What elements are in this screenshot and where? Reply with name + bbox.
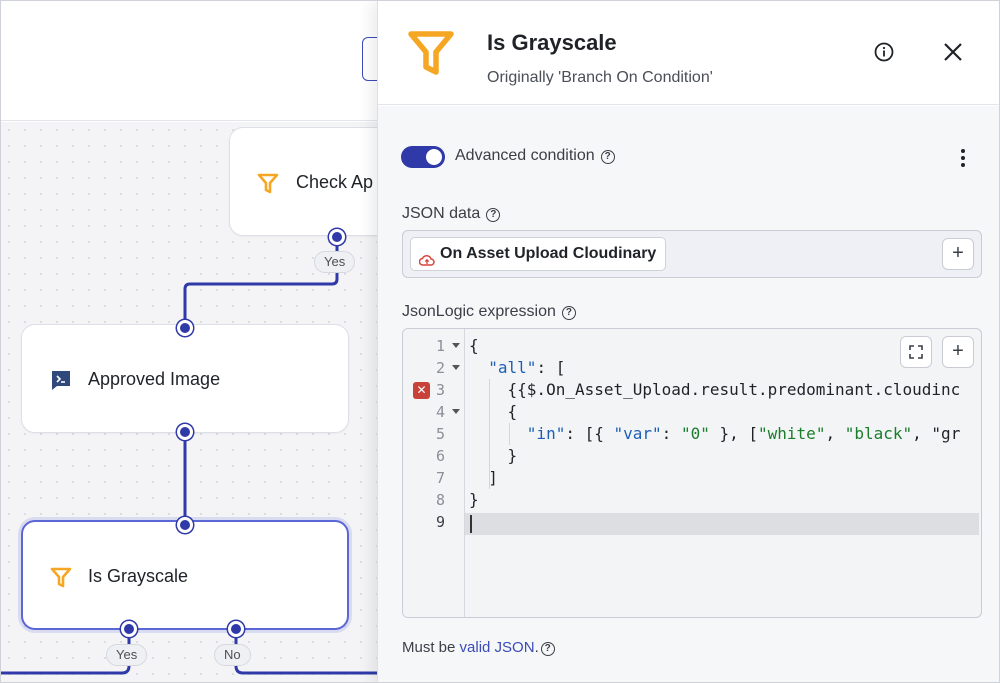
node-is-grayscale[interactable]: Is Grayscale xyxy=(21,520,349,630)
filter-icon xyxy=(406,28,456,83)
node-approved-image[interactable]: Approved Image xyxy=(21,324,349,433)
branch-yes-badge: Yes xyxy=(314,251,356,273)
valid-json-link[interactable]: valid JSON xyxy=(460,639,535,656)
line-number: 9 xyxy=(435,513,445,531)
info-icon[interactable] xyxy=(874,42,894,67)
panel-subtitle: Originally 'Branch On Condition' xyxy=(487,69,713,86)
advanced-condition-toggle[interactable] xyxy=(401,146,445,168)
panel-header: Is Grayscale Originally 'Branch On Condi… xyxy=(378,1,999,105)
input-port[interactable] xyxy=(177,320,193,336)
close-icon[interactable] xyxy=(943,42,963,67)
node-label: Check Ap xyxy=(296,172,374,192)
text-cursor xyxy=(470,515,472,533)
code-line: } xyxy=(469,446,518,465)
active-line-highlight xyxy=(407,513,979,535)
app-window: Check Ap Yes Approved Image Is Grayscale… xyxy=(0,0,1000,683)
code-line: ] xyxy=(469,468,498,487)
canvas-toolbar xyxy=(1,1,392,121)
branch-no-badge: No xyxy=(214,644,251,666)
panel-title: Is Grayscale xyxy=(487,30,617,55)
output-port[interactable] xyxy=(329,229,345,245)
add-json-data-button[interactable]: + xyxy=(942,238,974,270)
code-line: { xyxy=(469,336,479,355)
line-number: 4 xyxy=(403,401,465,423)
line-gutter: 1 2 ✕ 3 4 5 6 7 8 9 xyxy=(403,329,465,617)
json-data-field[interactable]: On Asset Upload Cloudinary + xyxy=(402,230,982,278)
line-number: 7 xyxy=(435,469,445,487)
line-number: 2 xyxy=(403,357,465,379)
jsonlogic-label: JsonLogic expression? xyxy=(402,303,576,321)
validation-hint: Must be valid JSON.? xyxy=(402,639,555,656)
filter-icon xyxy=(257,172,279,199)
fold-arrow-icon xyxy=(452,365,460,370)
more-options-icon[interactable] xyxy=(960,148,966,173)
node-label: Approved Image xyxy=(88,369,221,389)
code-line: "in": [{ "var": "0" }, ["white", "black"… xyxy=(526,424,961,443)
node-settings-panel: Is Grayscale Originally 'Branch On Condi… xyxy=(377,1,999,682)
add-expression-button[interactable]: + xyxy=(942,336,974,368)
fold-arrow-icon xyxy=(452,343,460,348)
help-icon[interactable]: ? xyxy=(540,642,555,656)
output-port-no[interactable] xyxy=(228,621,244,637)
branch-yes-badge: Yes xyxy=(106,644,148,666)
code-line: { xyxy=(469,402,518,421)
line-number: 8 xyxy=(435,491,445,509)
help-icon[interactable]: ? xyxy=(600,150,615,164)
code-line: } xyxy=(469,490,479,509)
terminal-icon xyxy=(50,369,72,396)
help-icon[interactable]: ? xyxy=(486,208,501,222)
line-number: 5 xyxy=(435,425,445,443)
fold-arrow-icon xyxy=(452,409,460,414)
json-data-label: JSON data? xyxy=(402,205,501,223)
code-line: {{$.On_Asset_Upload.result.predominant.c… xyxy=(469,380,961,399)
line-number: 1 xyxy=(403,335,465,357)
line-number: 6 xyxy=(435,447,445,465)
json-data-chip[interactable]: On Asset Upload Cloudinary xyxy=(410,237,667,271)
code-editor[interactable]: 1 2 ✕ 3 4 5 6 7 8 9 { "all": [ {{$.On_Ass… xyxy=(402,328,982,618)
expand-editor-button[interactable] xyxy=(900,336,932,368)
error-icon[interactable]: ✕ xyxy=(413,382,430,399)
expand-icon xyxy=(909,342,923,364)
code-line: "all": [ xyxy=(488,358,566,377)
output-port-yes[interactable] xyxy=(121,621,137,637)
cloud-upload-icon xyxy=(418,247,435,279)
line-number: ✕ 3 xyxy=(403,379,465,401)
advanced-condition-label: Advanced condition? xyxy=(455,147,615,165)
node-label: Is Grayscale xyxy=(88,566,189,586)
input-port[interactable] xyxy=(177,517,193,533)
output-port[interactable] xyxy=(177,424,193,440)
filter-icon xyxy=(50,566,72,593)
help-icon[interactable]: ? xyxy=(561,306,576,320)
